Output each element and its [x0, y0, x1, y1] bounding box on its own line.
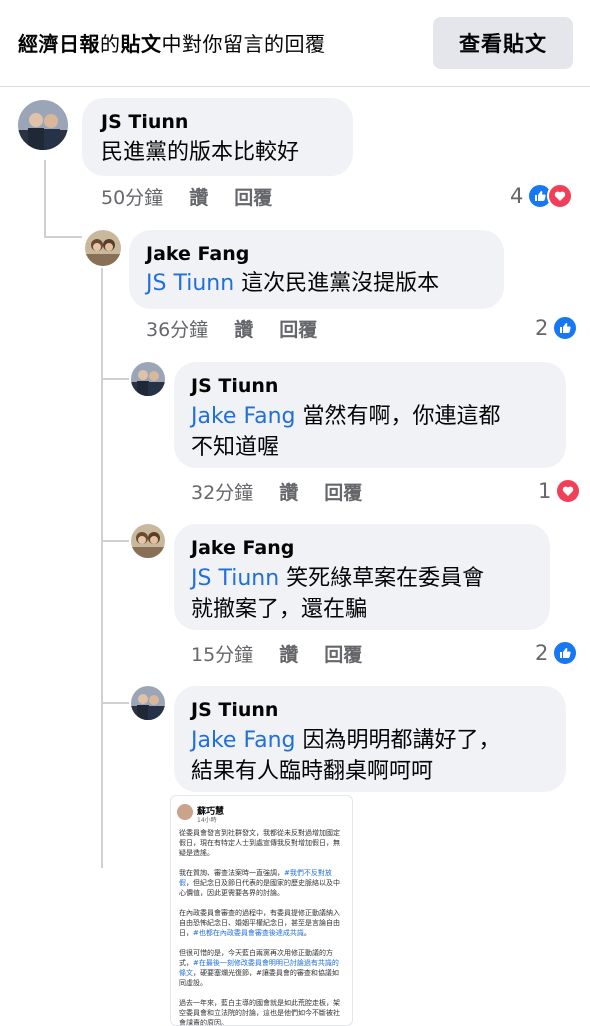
comment-time[interactable]: 15分鐘 — [191, 644, 253, 666]
thread-line — [101, 702, 129, 704]
attached-paragraph: 過去一年來，藍白主導的國會就是如此荒腔走板，架空委員會和立法院的討論，這也是他們… — [179, 998, 345, 1026]
comment-text: JS Tiunn 這次民進黨沒提版本 — [146, 268, 439, 299]
like-icon — [552, 640, 579, 666]
thread-line — [44, 236, 82, 238]
attached-avatar — [177, 804, 193, 820]
page-name[interactable]: 經濟日報 — [18, 32, 100, 56]
comment-text-line: 笑死綠草案在委員會 — [286, 566, 485, 591]
comment-author[interactable]: Jake Fang — [146, 243, 249, 265]
reaction-count: 4 — [510, 184, 524, 208]
avatar[interactable] — [131, 524, 165, 558]
attached-date: 14小時 — [197, 817, 217, 824]
attached-hashtag: #也都在內政委員會審查後達成共識 — [193, 929, 304, 937]
view-post-button[interactable]: 查看貼文 — [433, 17, 573, 69]
reaction-summary[interactable]: 2 — [535, 640, 579, 666]
mention-link[interactable]: JS Tiunn — [146, 271, 234, 296]
love-icon — [547, 183, 574, 209]
comment-text-line: 民進黨的版本比較好 — [101, 140, 300, 165]
thread-line — [101, 378, 129, 380]
reaction-count: 2 — [535, 641, 549, 665]
comment-author[interactable]: Jake Fang — [191, 537, 294, 559]
reply-button[interactable]: 回覆 — [234, 187, 272, 209]
attached-paragraph: 在內政委員會審查的過程中，有委員提修正動議納入自由恐怖紀念日、婚姻平權紀念日，甚… — [179, 908, 345, 938]
mention-link[interactable]: Jake Fang — [191, 404, 295, 429]
comment-author[interactable]: JS Tiunn — [191, 375, 278, 397]
comment-meta: 50分鐘 讚 回覆 — [101, 183, 298, 210]
comment-text: Jake Fang 當然有啊，你連這都 不知道喔 — [191, 401, 501, 463]
attached-image[interactable]: 蘇巧慧 14小時 從委員會發言到社群發文，我都從未反對過增加國定假日，現在有特定… — [170, 795, 353, 1026]
attached-paragraph: 從委員會發言到社群發文，我都從未反對過增加國定假日，現在有特定人士到處宣傳我反對… — [179, 828, 345, 858]
thread-line — [44, 160, 46, 238]
like-button[interactable]: 讚 — [189, 187, 208, 209]
reaction-count: 1 — [538, 479, 552, 503]
comment-text-line: 當然有啊，你連這都 — [302, 404, 501, 429]
attached-text: 過去一年來，藍白主導的國會就是如此荒腔走板，架空委員會和立法院的討論，這也是他們… — [179, 999, 340, 1026]
header-divider — [0, 86, 590, 87]
reply-button[interactable]: 回覆 — [279, 319, 317, 341]
comment-text-line: 不知道喔 — [191, 435, 280, 460]
avatar[interactable] — [131, 686, 165, 720]
like-button[interactable]: 讚 — [279, 644, 298, 666]
comment-author[interactable]: JS Tiunn — [191, 699, 278, 721]
like-button[interactable]: 讚 — [234, 319, 253, 341]
comment-text: Jake Fang 因為明明都講好了， 結果有人臨時翻桌啊呵呵 — [191, 725, 501, 787]
reply-button[interactable]: 回覆 — [324, 482, 362, 504]
comment-meta: 32分鐘 讚 回覆 — [191, 478, 388, 505]
thread-line — [101, 540, 129, 542]
avatar[interactable] — [18, 100, 68, 150]
post-link[interactable]: 貼文 — [121, 32, 162, 56]
like-icon — [552, 315, 579, 341]
comment-time[interactable]: 50分鐘 — [101, 187, 163, 209]
header-title-text: 的 — [100, 32, 121, 56]
attached-text: ，硬要塞爛光復節，#讓委員會的審查和協議如同虛設。 — [179, 969, 339, 987]
header: 經濟日報的貼文中對你留言的回覆 查看貼文 — [0, 0, 590, 90]
comment-text: JS Tiunn 笑死綠草案在委員會就撤案了，還在騙 — [191, 563, 484, 625]
attached-paragraph: 我在質詢、審查法案時一直強調，#我們不反對放假，但紀念日及節日代表的是國家的歷史… — [179, 868, 345, 898]
reply-button[interactable]: 回覆 — [324, 644, 362, 666]
mention-link[interactable]: Jake Fang — [191, 728, 295, 753]
comment-time[interactable]: 32分鐘 — [191, 482, 253, 504]
thread-line — [101, 268, 103, 868]
comment-author[interactable]: JS Tiunn — [101, 111, 188, 133]
header-title: 經濟日報的貼文中對你留言的回覆 — [18, 28, 326, 57]
comment-text-line: 就撤案了，還在騙 — [191, 597, 368, 622]
attached-text: 。 — [303, 929, 311, 937]
comment-text-line: 這次民進黨沒提版本 — [241, 271, 440, 296]
avatar[interactable] — [85, 230, 121, 266]
reaction-summary[interactable]: 1 — [538, 478, 582, 504]
mention-link[interactable]: JS Tiunn — [191, 566, 279, 591]
attached-text: 我在質詢、審查法案時一直強調， — [179, 869, 284, 877]
comment-meta: 15分鐘 讚 回覆 — [191, 640, 388, 667]
reaction-count: 2 — [535, 316, 549, 340]
reaction-summary[interactable]: 4 — [510, 183, 574, 209]
attached-text: 從委員會發言到社群發文，我都從未反對過增加國定假日，現在有特定人士到處宣傳我反對… — [179, 829, 340, 857]
comment-text-line: 結果有人臨時翻桌啊呵呵 — [191, 759, 434, 784]
reaction-summary[interactable]: 2 — [535, 315, 579, 341]
comment-text: 民進黨的版本比較好 — [101, 137, 299, 168]
attached-paragraph: 但很可惜的是，今天藍白兩黨再次用修正動議的方式，#在最後一刻修改委員會明明已討論… — [179, 948, 345, 988]
attached-text: ，但紀念日及節日代表的是國家的歷史脈絡以及中心價值，因此更需要各界的討論。 — [179, 879, 340, 897]
header-title-text: 中對你留言的回覆 — [161, 32, 326, 56]
love-icon — [555, 478, 582, 504]
comment-time[interactable]: 36分鐘 — [146, 319, 208, 341]
comment-text-line: 因為明明都講好了， — [302, 728, 501, 753]
like-button[interactable]: 讚 — [279, 482, 298, 504]
avatar[interactable] — [131, 362, 165, 396]
comment-meta: 36分鐘 讚 回覆 — [146, 315, 343, 342]
